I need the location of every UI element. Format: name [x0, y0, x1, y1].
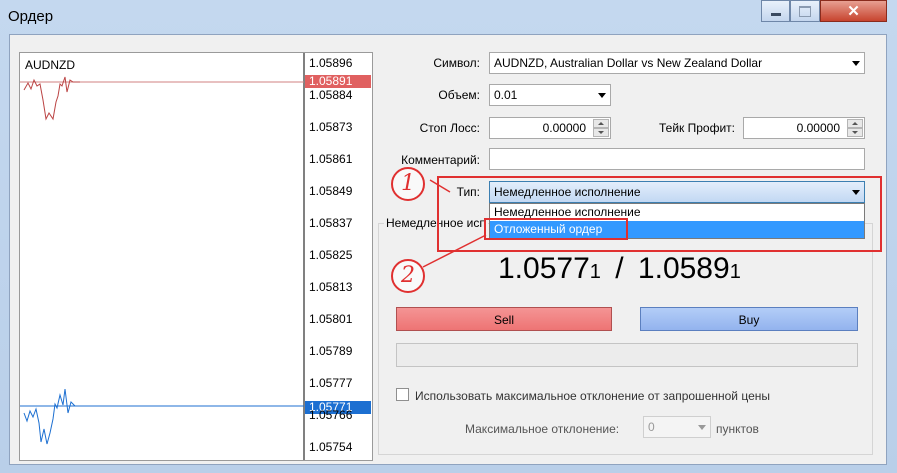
stop-loss-label: Стоп Лосс: — [419, 121, 480, 135]
volume-value: 0.01 — [494, 88, 518, 102]
close-button[interactable]: ✕ — [820, 0, 887, 22]
minimize-button[interactable] — [761, 0, 790, 22]
chevron-down-icon — [598, 93, 606, 98]
stop-loss-down-button[interactable] — [593, 128, 609, 137]
price-separator: / — [615, 252, 624, 285]
volume-select[interactable]: 0.01 — [489, 84, 611, 106]
symbol-label: Символ: — [433, 56, 480, 70]
price-axis-tick-label: 1.05873 — [309, 120, 353, 134]
take-profit-input[interactable]: 0.00000 — [743, 117, 865, 139]
price-axis-tick-label: 1.05766 — [309, 408, 353, 422]
symbol-select[interactable]: AUDNZD, Australian Dollar vs New Zealand… — [489, 52, 865, 74]
sell-button[interactable]: Sell — [396, 307, 612, 331]
price-axis-tick-label: 1.05777 — [309, 376, 353, 390]
price-axis-tick-label: 1.05825 — [309, 248, 353, 262]
minimize-icon — [770, 12, 781, 16]
maximize-button[interactable] — [790, 0, 820, 22]
ask-price: 1.0589 — [637, 252, 730, 285]
chevron-down-icon — [852, 61, 860, 66]
price-axis-tick-label: 1.05861 — [309, 152, 353, 166]
price-axis-tick-label: 1.05813 — [309, 280, 353, 294]
bid-series — [23, 388, 80, 445]
annotation-callout-1: 1 — [391, 167, 425, 201]
comment-input[interactable] — [489, 148, 865, 170]
ask-series — [23, 76, 80, 121]
stop-loss-up-button[interactable] — [593, 119, 609, 128]
stop-loss-value: 0.00000 — [542, 121, 586, 135]
points-label: пунктов — [716, 422, 759, 436]
bid-price: 1.0577 — [498, 252, 590, 285]
annotation-box-pending — [484, 218, 628, 240]
max-deviation-select[interactable]: 0 — [643, 416, 711, 438]
window-title: Ордер — [8, 8, 54, 25]
annotation-box-type — [437, 176, 882, 252]
close-icon: ✕ — [847, 3, 860, 20]
take-profit-down-button[interactable] — [847, 128, 863, 137]
price-axis-tick-label: 1.05849 — [309, 184, 353, 198]
chevron-down-icon — [698, 425, 706, 430]
max-deviation-checkbox-label: Использовать максимальное отклонение от … — [415, 389, 770, 403]
maximize-icon — [799, 5, 811, 17]
volume-label: Объем: — [438, 88, 480, 102]
price-axis-tick-label: 1.05801 — [309, 312, 353, 326]
symbol-value: AUDNZD, Australian Dollar vs New Zealand… — [494, 56, 763, 70]
ask-price-sub: 1 — [729, 261, 741, 283]
price-chart: AUDNZD 1.05891 1.05771 1.05896 1.05884 1.0… — [19, 52, 373, 461]
price-axis-tick-label: 1.05896 — [309, 56, 353, 70]
max-deviation-checkbox[interactable] — [396, 388, 409, 401]
price-axis-tick-label: 1.05837 — [309, 216, 353, 230]
stop-loss-input[interactable]: 0.00000 — [489, 117, 611, 139]
max-deviation-value: 0 — [648, 420, 655, 434]
bid-price-sub: 1 — [589, 261, 601, 283]
chart-symbol: AUDNZD — [25, 58, 75, 72]
buy-button[interactable]: Buy — [640, 307, 858, 331]
take-profit-value: 0.00000 — [796, 121, 840, 135]
status-field — [396, 343, 858, 367]
comment-label: Комментарий: — [401, 153, 480, 167]
order-window: Ордер ✕ AUDNZD 1.05891 1.05771 1.05896 1.… — [0, 0, 897, 473]
price-axis-tick-label: 1.05754 — [309, 440, 353, 454]
take-profit-up-button[interactable] — [847, 119, 863, 128]
ask-price-marker: 1.05891 — [305, 75, 371, 88]
take-profit-label: Тейк Профит: — [659, 121, 735, 135]
price-axis-tick-label: 1.05884 — [309, 88, 353, 102]
quote-display: 1.05771 / 1.05891 — [498, 252, 741, 286]
annotation-callout-2: 2 — [391, 259, 425, 293]
dialog-client: AUDNZD 1.05891 1.05771 1.05896 1.05884 1.0… — [9, 34, 887, 465]
max-deviation-label: Максимальное отклонение: — [465, 422, 620, 436]
price-axis-tick-label: 1.05789 — [309, 344, 353, 358]
